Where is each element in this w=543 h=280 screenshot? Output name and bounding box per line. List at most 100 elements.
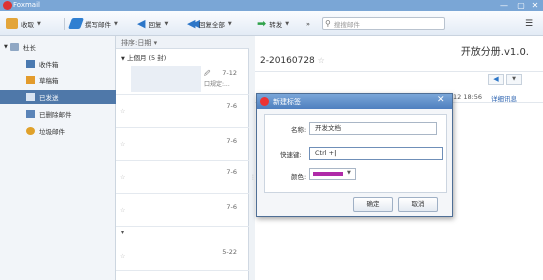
form-panel: 名称: 开发文档 快速键: Ctrl +| 颜色: ▼ — [264, 114, 447, 193]
sidebar-item-label: 已发送 — [39, 94, 59, 102]
subject-text: 2-20160728 — [260, 56, 315, 66]
new-tag-dialog: 新建标签 ✕ 名称: 开发文档 快速键: Ctrl +| 颜色: ▼ 确定 取消 — [256, 93, 453, 217]
name-input[interactable]: 开发文档 — [309, 122, 437, 135]
account-row[interactable]: ▼ 杜长 — [0, 40, 116, 54]
ok-button[interactable]: 确定 — [353, 197, 393, 212]
forward-button[interactable]: ➡ 转发 ▼ — [257, 16, 289, 31]
forward-arrow-icon: ➡ — [257, 17, 267, 30]
window-title: Foxmail — [13, 1, 40, 9]
list-item[interactable]: ☆ 7-6 — [116, 129, 249, 161]
mail-time: 12 18:56 — [453, 93, 483, 101]
search-placeholder: 搜搜邮件 — [333, 20, 360, 29]
more-button[interactable]: » — [306, 16, 310, 31]
sidebar-item-drafts[interactable]: 草稿箱 — [0, 73, 116, 87]
mail-date: 7-6 — [226, 137, 237, 145]
group-label: 上個月 (5 封) — [126, 54, 167, 62]
shortcut-label: 快速键: — [280, 151, 302, 159]
pen-icon — [67, 18, 85, 29]
chevron-down-icon[interactable]: ▼ — [228, 21, 232, 27]
list-item[interactable]: 🖉 7-12 口规定:... — [116, 63, 249, 95]
drafts-icon — [26, 76, 35, 84]
mail-date: 5-22 — [222, 248, 237, 256]
toolbar-divider — [64, 18, 65, 30]
maximize-button[interactable]: ▢ — [514, 0, 528, 11]
divider — [255, 71, 543, 72]
star-icon[interactable]: ☆ — [120, 108, 125, 115]
list-item[interactable]: ☆ 7-6 — [116, 162, 249, 194]
list-item[interactable]: ☆ 7-6 — [116, 195, 249, 227]
sort-header[interactable]: 排序:日期 ▾ — [116, 36, 249, 49]
forward-label: 转发 — [269, 20, 283, 29]
foxmail-logo-icon — [3, 1, 12, 10]
mail-subject: 2-20160728 ☆ — [260, 56, 325, 66]
sidebar-item-sent[interactable]: 已发送 — [0, 90, 116, 104]
color-picker[interactable]: ▼ — [309, 168, 356, 180]
mail-date: 7-6 — [226, 102, 237, 110]
search-icon: ⚲ — [325, 19, 331, 28]
chevron-down-icon[interactable]: ▼ — [347, 170, 351, 176]
sidebar-item-label: 草稿箱 — [39, 77, 59, 85]
collapse-icon[interactable]: ▼ — [4, 44, 8, 50]
reply-button[interactable]: ◀ 回复 ▼ — [137, 16, 168, 31]
shortcut-input[interactable]: Ctrl +| — [309, 147, 443, 160]
minimize-button[interactable]: — — [497, 0, 511, 11]
star-icon[interactable]: ☆ — [120, 253, 125, 260]
chevron-down-icon[interactable]: ▼ — [506, 74, 522, 85]
receive-mail-icon — [6, 18, 18, 29]
inbox-icon — [26, 60, 35, 68]
group-header[interactable]: ▼ 上個月 (5 封) — [121, 52, 166, 62]
mail-date: 7-6 — [226, 168, 237, 176]
star-icon[interactable]: ☆ — [120, 174, 125, 181]
reader-title: 开放分册.v1.0. — [460, 47, 529, 58]
dialog-title: 新建标签 — [273, 98, 301, 106]
dialog-title-bar: 新建标签 ✕ — [257, 94, 452, 109]
sender-block — [131, 66, 201, 92]
sidebar-item-label: 收件箱 — [39, 61, 59, 69]
reply-label: 回复 — [148, 20, 162, 29]
star-icon[interactable]: ☆ — [120, 141, 125, 148]
list-item[interactable]: ☆ 5-22 — [116, 239, 249, 271]
reply-all-icon: ◀◀ — [187, 17, 200, 30]
sidebar: ▼ 杜长 收件箱 草稿箱 已发送 已删除邮件 垃圾邮件 — [0, 36, 116, 280]
sidebar-item-inbox[interactable]: 收件箱 — [0, 57, 116, 71]
reply-all-label: 回复全部 — [198, 20, 225, 29]
sidebar-item-label: 垃圾邮件 — [39, 128, 65, 136]
chevron-down-icon[interactable]: ▼ — [114, 21, 118, 27]
shortcut-value: Ctrl + — [315, 149, 335, 157]
menu-icon[interactable]: ☰ — [525, 16, 533, 31]
close-window-button[interactable]: ✕ — [528, 0, 542, 11]
star-icon[interactable]: ☆ — [318, 56, 325, 65]
sidebar-item-junk[interactable]: 垃圾邮件 — [0, 124, 116, 138]
list-item[interactable]: ☆ 7-6 — [116, 96, 249, 128]
mail-date: 7-6 — [226, 203, 237, 211]
attachment-icon: 🖉 — [204, 70, 211, 77]
reply-all-button[interactable]: ◀◀ 回复全部 ▼ — [187, 16, 232, 31]
sent-icon — [26, 93, 35, 101]
compose-button[interactable]: 撰写邮件 ▼ — [67, 16, 118, 31]
collapse-icon[interactable]: ▾ — [121, 229, 124, 236]
title-bar: Foxmail — ▢ ✕ — [0, 0, 543, 11]
close-icon[interactable]: ✕ — [437, 95, 445, 105]
sidebar-item-trash[interactable]: 已删除邮件 — [0, 107, 116, 121]
mail-date: 7-12 — [222, 69, 237, 77]
account-icon — [9, 43, 19, 51]
sort-label[interactable]: 排序:日期 ▾ — [121, 38, 157, 48]
mail-snippet: 口规定:... — [204, 81, 230, 88]
receive-button[interactable]: 收取 ▼ — [6, 16, 41, 31]
reply-arrow-icon: ◀ — [137, 17, 146, 30]
trash-icon — [26, 110, 35, 118]
chevron-down-icon[interactable]: ▼ — [164, 21, 168, 27]
color-swatch — [313, 172, 343, 176]
account-name: 杜长 — [22, 44, 36, 52]
compose-label: 撰写邮件 — [85, 20, 111, 29]
reply-icon[interactable]: ◀ — [488, 74, 504, 85]
chevron-down-icon[interactable]: ▼ — [37, 21, 41, 27]
chevron-down-icon[interactable]: ▼ — [285, 21, 289, 27]
name-label: 名称: — [291, 126, 307, 134]
search-input[interactable]: ⚲ 搜搜邮件 — [322, 17, 445, 30]
collapse-icon[interactable]: ▼ — [121, 56, 125, 62]
junk-icon — [26, 127, 35, 135]
color-label: 颜色: — [291, 173, 307, 181]
star-icon[interactable]: ☆ — [120, 207, 125, 214]
cancel-button[interactable]: 取消 — [398, 197, 438, 212]
